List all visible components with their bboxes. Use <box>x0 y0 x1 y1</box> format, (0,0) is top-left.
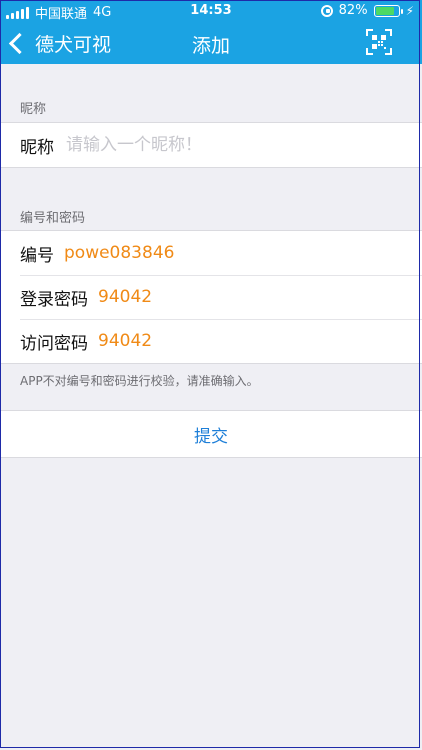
nickname-input[interactable] <box>64 134 368 156</box>
battery-percent: 82% <box>338 3 368 18</box>
access-password-value[interactable]: 94042 <box>98 331 152 351</box>
credentials-group: 编号 powe083846 登录密码 94042 访问密码 94042 <box>0 230 422 364</box>
device-id-row[interactable]: 编号 powe083846 <box>0 231 422 275</box>
battery-icon <box>373 4 403 17</box>
device-id-value[interactable]: powe083846 <box>64 243 174 263</box>
device-id-label: 编号 <box>20 245 54 266</box>
credentials-section-header: 编号和密码 <box>20 211 86 226</box>
nickname-section-header: 昵称 <box>20 102 47 117</box>
orientation-lock-icon <box>320 4 333 17</box>
charging-icon: ⚡ <box>405 3 414 18</box>
status-bar: 中国联通 4G 14:53 82% ⚡ <box>0 0 422 22</box>
validation-note: APP不对编号和密码进行校验，请准确输入。 <box>20 374 259 388</box>
nickname-label: 昵称 <box>20 137 54 158</box>
status-right: 82% ⚡ <box>320 3 414 18</box>
login-password-value[interactable]: 94042 <box>98 287 152 307</box>
submit-button[interactable]: 提交 <box>0 410 422 458</box>
login-password-row[interactable]: 登录密码 94042 <box>0 275 422 319</box>
access-password-row[interactable]: 访问密码 94042 <box>0 319 422 363</box>
navigation-bar: 德犬可视 添加 <box>0 22 422 64</box>
access-password-label: 访问密码 <box>20 333 88 354</box>
page-title: 添加 <box>191 35 230 57</box>
nickname-group: 昵称 <box>0 122 422 168</box>
nickname-row[interactable]: 昵称 <box>0 123 422 167</box>
qr-scan-icon[interactable] <box>366 29 392 55</box>
login-password-label: 登录密码 <box>20 289 88 310</box>
